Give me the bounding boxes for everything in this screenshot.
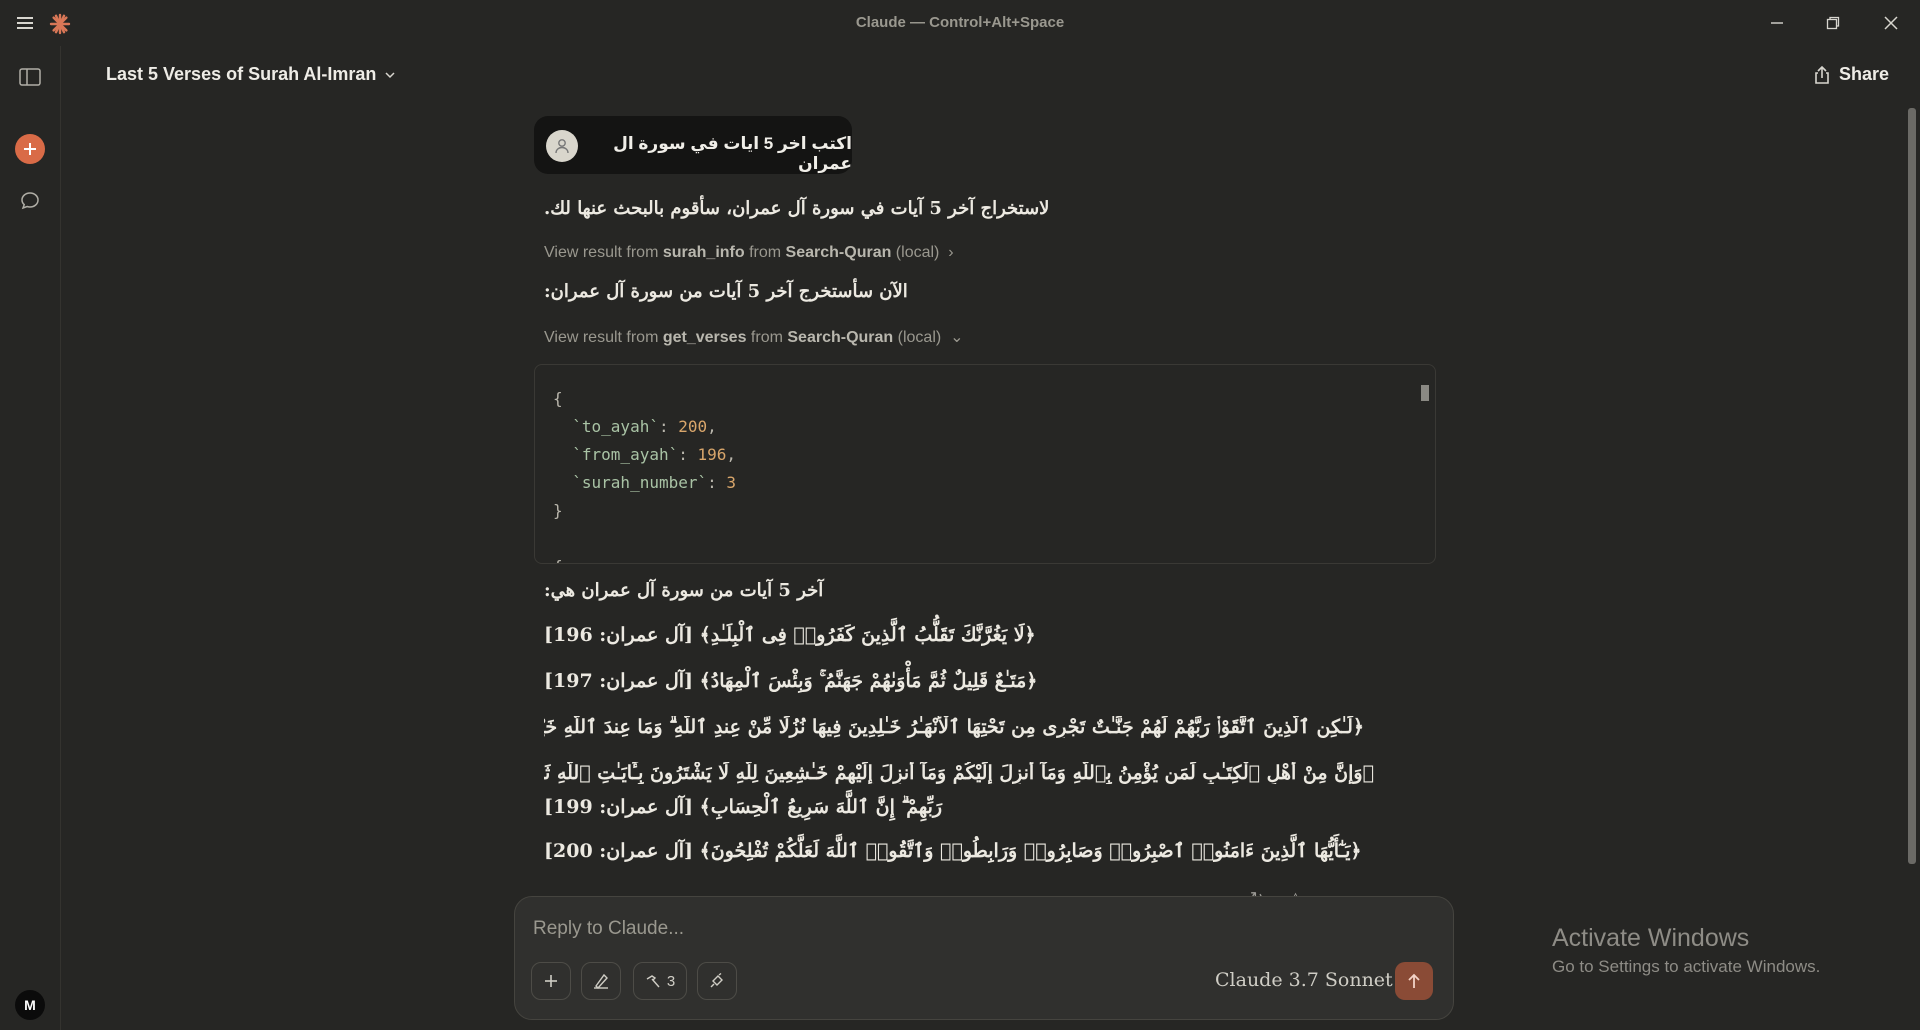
chevron-down-icon: ⌄ bbox=[945, 329, 964, 346]
tools-count: 3 bbox=[666, 972, 676, 990]
chats-icon[interactable] bbox=[15, 186, 45, 216]
share-label: Share bbox=[1839, 64, 1890, 84]
assistant-second-text: الآن سأستخرج آخر 5 آيات من سورة آل عمران… bbox=[544, 281, 908, 302]
code-value: 200 bbox=[678, 417, 708, 436]
chevron-right-icon: › bbox=[943, 244, 954, 261]
send-button[interactable] bbox=[1395, 962, 1433, 1000]
verse-196: ﴿لَا يَغُرَّنَّكَ تَقَلُّبُ ٱلَّذِينَ كَ… bbox=[544, 624, 1036, 646]
tool-mid: from bbox=[746, 329, 788, 346]
hammer-icon bbox=[646, 975, 660, 988]
plus-icon bbox=[24, 143, 36, 155]
tool-prefix: View result from bbox=[544, 329, 663, 346]
attach-button[interactable] bbox=[531, 962, 571, 1000]
tool-suffix: (local) bbox=[891, 244, 940, 261]
sidebar-toggle-icon[interactable] bbox=[15, 62, 45, 92]
code-key: `to_ayah` bbox=[572, 417, 659, 436]
code-scrollbar-thumb[interactable] bbox=[1421, 385, 1429, 401]
tool-name: surah_info bbox=[662, 244, 745, 261]
tool-result-surah-info[interactable]: View result from surah_info from Search-… bbox=[544, 244, 954, 262]
tool-source: Search-Quran bbox=[787, 329, 894, 346]
pen-icon bbox=[594, 973, 608, 990]
tool-prefix: View result from bbox=[544, 244, 663, 261]
tool-mid: from bbox=[744, 244, 786, 261]
chat-title: Last 5 Verses of Surah Al-Imran bbox=[106, 64, 377, 84]
windows-activation-watermark: Activate Windows Go to Settings to activ… bbox=[1552, 924, 1820, 977]
title-bar: Claude — Control+Alt+Space bbox=[0, 0, 1920, 46]
window-title: Claude — Control+Alt+Space bbox=[855, 14, 1065, 31]
tool-result-get-verses[interactable]: View result from get_verses from Search-… bbox=[544, 327, 964, 347]
code-value: 196 bbox=[697, 445, 727, 464]
new-chat-button[interactable] bbox=[15, 134, 45, 164]
verse-197: ﴿مَتَـٰعٌ قَلِيلٌ ثُمَّ مَأْوَىٰهُمْ جَه… bbox=[544, 670, 1038, 692]
user-message: اكتب اخر 5 ايات في سورة ال عمران bbox=[534, 116, 852, 174]
answer-intro-text: آخر 5 آيات من سورة آل عمران هي: bbox=[544, 580, 824, 601]
model-selector[interactable]: Claude 3.7 Sonnet bbox=[1215, 969, 1411, 991]
integrations-button[interactable] bbox=[697, 962, 737, 1000]
user-avatar[interactable]: M bbox=[15, 990, 45, 1020]
watermark-line2: Go to Settings to activate Windows. bbox=[1552, 957, 1821, 976]
close-icon[interactable] bbox=[1874, 10, 1908, 36]
verse-200: ﴿يَـٰٓأَيُّهَا ٱلَّذِينَ ءَامَنُوا۟ ٱصْب… bbox=[544, 840, 1362, 862]
code-key: `from_ayah` bbox=[572, 445, 679, 464]
sidebar: M bbox=[0, 46, 61, 1030]
style-button[interactable] bbox=[581, 962, 621, 1000]
verse-198: ﴿لَـٰكِنِ ٱلَّذِينَ ٱتَّقَوْا۟ رَبَّهُمْ… bbox=[544, 716, 1364, 738]
minimize-icon[interactable] bbox=[1760, 10, 1794, 36]
assistant-intro-text: لاستخراج آخر 5 آيات في سورة آل عمران، سأ… bbox=[544, 198, 1050, 219]
user-icon bbox=[546, 130, 578, 162]
page-scrollbar-thumb[interactable] bbox=[1908, 108, 1916, 864]
plus-icon bbox=[545, 975, 557, 987]
code-content: { `to_ayah`: 200, `from_ayah`: 196, `sur… bbox=[553, 389, 737, 563]
tool-source: Search-Quran bbox=[785, 244, 892, 261]
code-value: 3 bbox=[726, 473, 737, 492]
restore-icon[interactable] bbox=[1816, 10, 1850, 36]
chat-title-dropdown[interactable]: Last 5 Verses of Surah Al-Imran bbox=[106, 64, 396, 85]
chevron-down-icon bbox=[385, 71, 395, 78]
verse-199-line1: ﴿وَإِنَّ مِنْ أَهْلِ ٱلْكِتَـٰبِ لَمَن ي… bbox=[544, 762, 1374, 784]
arrow-up-icon bbox=[1408, 973, 1420, 988]
code-key: `surah_number` bbox=[572, 473, 708, 492]
tools-button[interactable]: 3 bbox=[633, 962, 687, 1000]
tool-name: get_verses bbox=[662, 329, 747, 346]
model-label: Claude 3.7 Sonnet bbox=[1215, 969, 1393, 991]
reply-input[interactable] bbox=[531, 913, 1415, 945]
share-button[interactable]: Share bbox=[1813, 64, 1889, 85]
plug-icon bbox=[710, 973, 723, 988]
tool-suffix: (local) bbox=[893, 329, 942, 346]
share-icon bbox=[1815, 65, 1829, 84]
tool-result-code-block[interactable]: { `to_ayah`: 200, `from_ayah`: 196, `sur… bbox=[534, 364, 1436, 564]
watermark-line1: Activate Windows bbox=[1552, 924, 1750, 952]
verse-199-line2: رَبِّهِمْ ۗ إِنَّ ٱللَّهَ سَرِيعُ ٱلْحِس… bbox=[544, 796, 943, 818]
reply-composer: 3 Claude 3.7 Sonnet bbox=[514, 896, 1454, 1020]
user-message-text: اكتب اخر 5 ايات في سورة ال عمران bbox=[613, 134, 852, 173]
